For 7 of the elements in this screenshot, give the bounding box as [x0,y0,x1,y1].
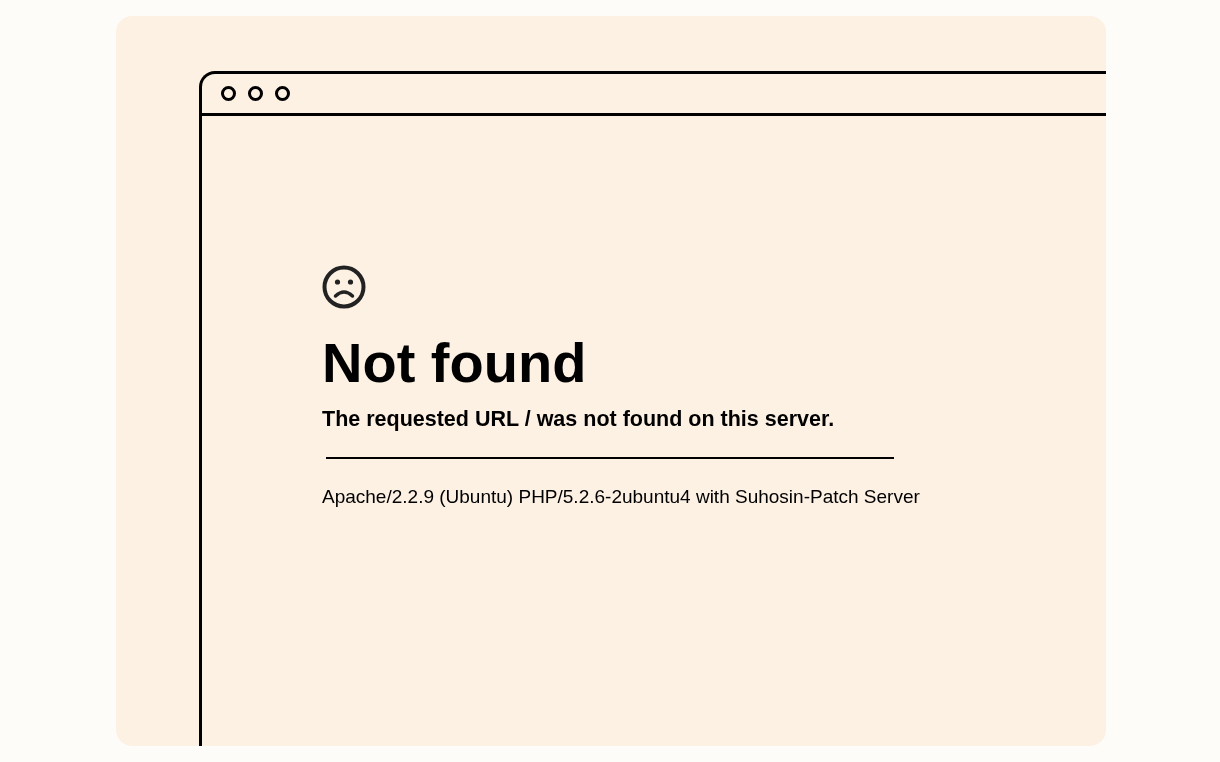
error-heading: Not found [322,335,588,391]
window-dot-icon [221,86,236,101]
window-dot-icon [275,86,290,101]
window-dot-icon [248,86,263,101]
sad-face-icon [322,265,366,309]
error-message: The requested URL / was not found on this server. [322,406,836,433]
server-signature: Apache/2.2.9 (Ubuntu) PHP/5.2.6-2ubuntu4 with Suhosin-Patch Server [322,484,921,509]
